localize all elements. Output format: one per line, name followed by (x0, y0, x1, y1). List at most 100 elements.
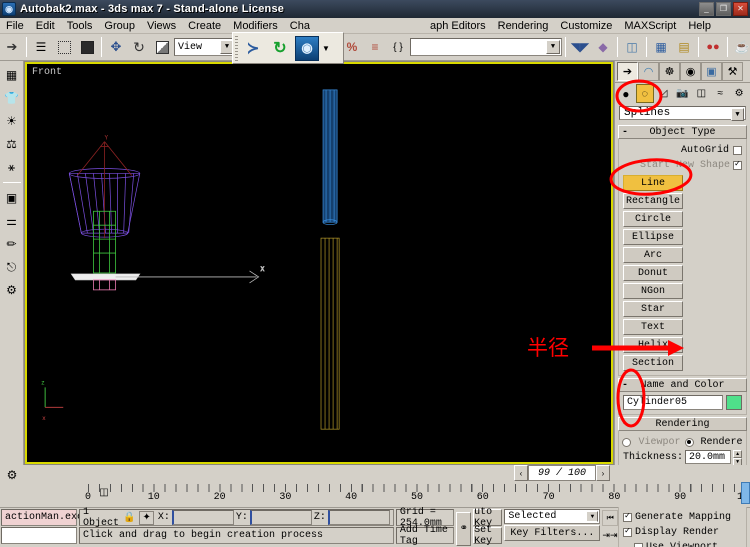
thickness-spinner[interactable]: ▲ ▼ (733, 450, 742, 466)
render-scene-icon[interactable]: ☕ (731, 36, 750, 58)
shapes-icon[interactable]: ◌ (635, 84, 654, 103)
ellipse-button[interactable]: Ellipse (623, 229, 683, 245)
coil-icon[interactable]: ⚌ (2, 211, 22, 231)
use-viewport-checkbox[interactable] (634, 542, 643, 547)
animation-mode-icon[interactable]: ⚙ (2, 465, 22, 485)
undo-arrow-icon[interactable]: ↻ (268, 36, 292, 60)
menu-create[interactable]: Create (182, 18, 227, 34)
lights-icon[interactable]: ◿ (655, 84, 673, 103)
time-slider-handle[interactable] (741, 482, 750, 504)
collapse-toggle-icon[interactable]: - (622, 419, 628, 430)
systems-icon[interactable]: ⚙ (730, 84, 748, 103)
chevron-down-icon[interactable]: ▼ (586, 511, 599, 522)
select-object-icon[interactable]: ➔ (1, 36, 23, 58)
named-selection-sets-icon[interactable]: { } (387, 36, 409, 58)
cameras-icon[interactable]: 📷 (674, 84, 692, 103)
ngon-button[interactable]: NGon (623, 283, 683, 299)
menu-maxscript[interactable]: MAXScript (618, 18, 682, 34)
script-listener-input[interactable] (1, 527, 77, 544)
thickness-input[interactable]: 20.0mm (685, 450, 732, 464)
object-name-input[interactable]: Cylinder05 (623, 395, 723, 410)
layer-manager-icon[interactable]: ◫ (621, 36, 643, 58)
restore-button[interactable]: ❐ (716, 2, 731, 16)
furniture-icon[interactable]: ▣ (2, 188, 22, 208)
menu-file[interactable]: File (0, 18, 30, 34)
collapse-toggle-icon[interactable]: - (622, 380, 628, 391)
objects-icon[interactable]: ▦ (2, 65, 22, 85)
chevron-down-icon[interactable]: ▼ (546, 40, 560, 54)
percent-snap-icon[interactable]: % (341, 36, 363, 58)
select-and-move-region-icon[interactable] (76, 36, 98, 58)
key-toggle-icon[interactable]: ⚭ (456, 511, 472, 546)
generate-mapping-checkbox[interactable]: ✓ (623, 512, 632, 522)
rendering-header[interactable]: - Rendering (618, 417, 747, 431)
brush-icon[interactable]: ✏ (2, 234, 22, 254)
utilities-tab[interactable]: ⚒ (722, 62, 743, 81)
schematic-view-icon[interactable]: ▤ (673, 36, 695, 58)
donut-button[interactable]: Donut (623, 265, 683, 281)
align-icon[interactable]: ◆ (592, 36, 614, 58)
select-by-name-icon[interactable]: ☰ (30, 36, 52, 58)
line-button[interactable]: Line (623, 175, 683, 191)
z-field[interactable] (327, 510, 390, 525)
go-to-start-icon[interactable]: ⏮ (602, 509, 618, 526)
chevron-down-icon[interactable]: ▼ (731, 108, 744, 121)
object-type-header[interactable]: - Object Type (618, 125, 747, 139)
circle-button[interactable]: Circle (623, 211, 683, 227)
text-button[interactable]: Text (623, 319, 683, 335)
y-field[interactable] (249, 510, 312, 525)
characters-icon[interactable]: ⚹ (2, 157, 22, 177)
motion-tab[interactable]: ◉ (680, 62, 701, 81)
frame-indicator[interactable]: 99 / 100 (528, 465, 596, 481)
curve-editor-icon[interactable]: ▦ (650, 36, 672, 58)
lock-selection-icon[interactable]: 🔒 (123, 512, 135, 524)
reference-coord-system-dropdown[interactable]: View ▼ (174, 38, 236, 56)
set-key-button[interactable]: Set Key (473, 525, 503, 547)
menu-views[interactable]: Views (141, 18, 182, 34)
geometry-icon[interactable]: ● (617, 84, 635, 103)
viewport-front[interactable]: Front Y X z x (25, 62, 613, 464)
cameras-icon[interactable]: ⚖ (2, 134, 22, 154)
script-listener-output[interactable]: actionMan.exe (1, 509, 83, 526)
prev-frame-arrow[interactable]: ‹ (514, 465, 528, 481)
spinner-snap-icon[interactable]: ≡ (364, 36, 386, 58)
minimize-button[interactable]: _ (699, 2, 714, 16)
shapes-icon[interactable]: 👕 (2, 88, 22, 108)
viewport-radio[interactable] (622, 437, 632, 447)
maxlogo-icon[interactable]: ◉ (295, 35, 319, 61)
select-and-rotate-icon[interactable]: ↻ (128, 36, 150, 58)
add-time-tag-button[interactable]: Add Time Tag (395, 525, 455, 547)
absolute-relative-transform-icon[interactable]: ✦ (139, 510, 154, 525)
section-button[interactable]: Section (623, 355, 683, 371)
align-arrow-icon[interactable]: ≻ (241, 36, 265, 60)
frame-jump-icon[interactable]: ⇥⇥ (602, 530, 617, 541)
menu-group[interactable]: Group (98, 18, 141, 34)
auto-key-button[interactable]: uto Key (473, 507, 503, 529)
rect-select-region-icon[interactable] (53, 36, 75, 58)
menu-graph-editors[interactable]: aph Editors (424, 18, 492, 34)
select-and-scale-icon[interactable] (151, 36, 173, 58)
helpers-icon[interactable]: ◫ (692, 84, 710, 103)
autogrid-checkbox[interactable] (733, 145, 742, 155)
collapse-toggle-icon[interactable]: - (622, 127, 628, 138)
lights-icon[interactable]: ☀ (2, 111, 22, 131)
menu-customize[interactable]: Customize (554, 18, 618, 34)
space-warps-icon[interactable]: ≈ (711, 84, 729, 103)
display-tab[interactable]: ▣ (701, 62, 722, 81)
time-ruler[interactable]: 0 10 20 30 40 50 60 70 80 90 100 (85, 482, 750, 506)
arc-button[interactable]: Arc (623, 247, 683, 263)
menu-rendering[interactable]: Rendering (492, 18, 555, 34)
key-filters-button[interactable]: Key Filters... (504, 525, 601, 541)
menu-help[interactable]: Help (682, 18, 717, 34)
start-new-shape-checkbox[interactable]: ✓ (733, 160, 742, 170)
x-field[interactable] (171, 510, 234, 525)
named-selection-input[interactable]: ▼ (410, 38, 562, 56)
hierarchy-tab[interactable]: ☸ (659, 62, 680, 81)
menu-tools[interactable]: Tools (61, 18, 99, 34)
rectangle-button[interactable]: Rectangle (623, 193, 683, 209)
subcategory-dropdown[interactable]: Splines ▼ (619, 106, 746, 121)
menu-edit[interactable]: Edit (30, 18, 61, 34)
selection-filter-dropdown[interactable]: Selected ▼ (504, 509, 601, 524)
renderer-radio[interactable] (684, 437, 694, 447)
next-frame-arrow[interactable]: › (596, 465, 610, 481)
